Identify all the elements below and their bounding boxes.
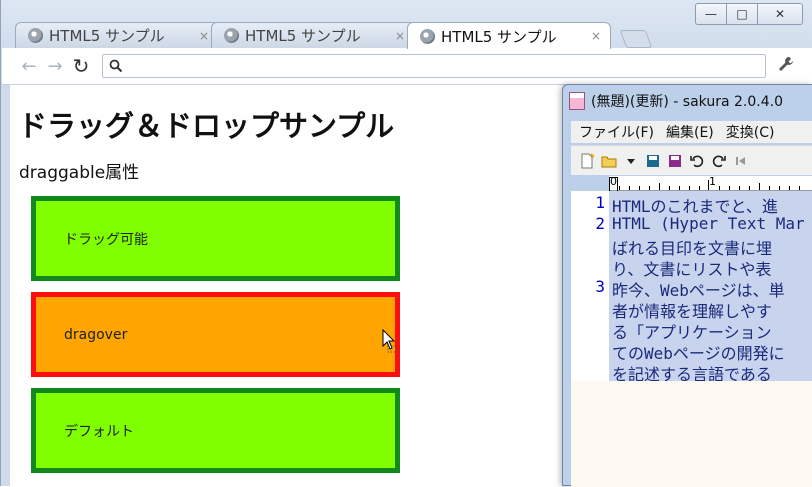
default-box[interactable]: デフォルト (31, 388, 400, 473)
ruler-tick (708, 180, 709, 190)
tab-2[interactable]: HTML5 サンプル × (211, 22, 415, 48)
new-file-icon[interactable] (579, 152, 595, 169)
jump-back-icon[interactable] (733, 153, 749, 169)
dropdown-arrow-icon[interactable] (623, 153, 639, 169)
menu-edit[interactable]: 編集(E) (666, 122, 714, 142)
ruler-tick (769, 186, 770, 190)
ruler-tick (659, 183, 660, 190)
line-number: 1 (595, 193, 605, 212)
sakura-editor-window: (無題)(更新) - sakura 2.0.4.0 ファイル(F) 編集(E) … (562, 84, 812, 487)
tab-title: HTML5 サンプル (441, 27, 557, 46)
back-button[interactable]: ← (16, 56, 42, 77)
ruler-tick (629, 186, 630, 190)
box-label: dragover (64, 326, 128, 343)
forward-button[interactable]: → (42, 56, 68, 77)
box-label: ドラッグ可能 (64, 231, 148, 248)
line-number: 3 (595, 277, 605, 296)
ruler-tick (699, 186, 700, 190)
tab-close-icon[interactable]: × (392, 29, 408, 43)
ruler-tick (759, 183, 760, 190)
page-content: ドラッグ＆ドロップサンプル draggable属性 ドラッグ可能 dragove… (10, 85, 570, 486)
draggable-box[interactable]: ドラッグ可能 (31, 196, 400, 281)
menu-convert[interactable]: 変換(C) (726, 122, 775, 142)
maximize-button[interactable]: □ (726, 3, 757, 25)
ruler-mark-1: 1 (709, 175, 716, 188)
tab-title: HTML5 サンプル (245, 27, 361, 45)
editor-toolbar (571, 145, 812, 175)
minimize-button[interactable]: — (695, 3, 726, 25)
reload-button[interactable]: ↻ (68, 54, 94, 78)
editor-menubar: ファイル(F) 編集(E) 変換(C) (571, 121, 812, 143)
browser-toolbar: ← → ↻ (2, 48, 812, 85)
search-icon (109, 59, 123, 73)
tab-strip: HTML5 サンプル × HTML5 サンプル × HTML5 サンプル × (15, 22, 655, 49)
editor-ruler: 0 1 (609, 175, 812, 195)
save-icon[interactable] (645, 153, 661, 169)
editor-titlebar: (無題)(更新) - sakura 2.0.4.0 (569, 90, 783, 112)
new-tab-button[interactable] (619, 30, 653, 48)
ruler-tick (799, 186, 800, 190)
ruler-tick (669, 186, 670, 190)
page-title: ドラッグ＆ドロップサンプル (18, 109, 395, 143)
tab-3-active[interactable]: HTML5 サンプル × (407, 22, 611, 49)
ruler-tick (619, 186, 620, 190)
ruler-tick (729, 186, 730, 190)
ruler-tick (739, 186, 740, 190)
section-title: draggable属性 (19, 163, 140, 183)
ruler-tick (719, 186, 720, 190)
ruler-tick (649, 186, 650, 190)
ruler-tick (749, 186, 750, 190)
globe-icon (420, 28, 435, 44)
line-number: 2 (595, 214, 605, 233)
text-line: HTML (Hyper Text Mar (612, 214, 805, 233)
menu-file[interactable]: ファイル(F) (579, 122, 654, 142)
tab-1[interactable]: HTML5 サンプル × (15, 22, 219, 48)
undo-icon[interactable] (689, 153, 705, 169)
redo-icon[interactable] (711, 153, 727, 169)
globe-icon (224, 28, 239, 43)
sakura-app-icon (569, 92, 585, 110)
dragover-box[interactable]: dragover (31, 292, 400, 377)
wrench-icon[interactable] (777, 55, 795, 73)
close-window-button[interactable]: ✕ (757, 3, 803, 25)
gutter-empty-area (571, 381, 609, 487)
editor-text-area[interactable]: HTMLのこれまでと、進 HTML (Hyper Text Mar ばれる目印を… (609, 191, 812, 381)
ruler-tick (779, 186, 780, 190)
editor-empty-area[interactable] (609, 381, 812, 487)
tab-title: HTML5 サンプル (49, 27, 165, 45)
text-line: を記述する言語である (612, 365, 772, 381)
address-bar[interactable] (102, 54, 766, 78)
window-controls: — □ ✕ (695, 3, 803, 25)
ruler-tick (689, 186, 690, 190)
open-folder-icon[interactable] (601, 153, 617, 169)
ruler-tick (679, 186, 680, 190)
ruler-tick (639, 186, 640, 190)
tab-close-icon[interactable]: × (588, 29, 604, 43)
box-label: デフォルト (64, 423, 134, 440)
editor-title: (無題)(更新) - sakura 2.0.4.0 (591, 94, 783, 110)
globe-icon (28, 28, 43, 43)
tab-close-icon[interactable]: × (196, 29, 212, 43)
ruler-mark-0: 0 (610, 175, 617, 188)
save-all-icon[interactable] (667, 153, 683, 169)
drag-cursor-icon (382, 329, 397, 353)
ruler-tick (789, 186, 790, 190)
